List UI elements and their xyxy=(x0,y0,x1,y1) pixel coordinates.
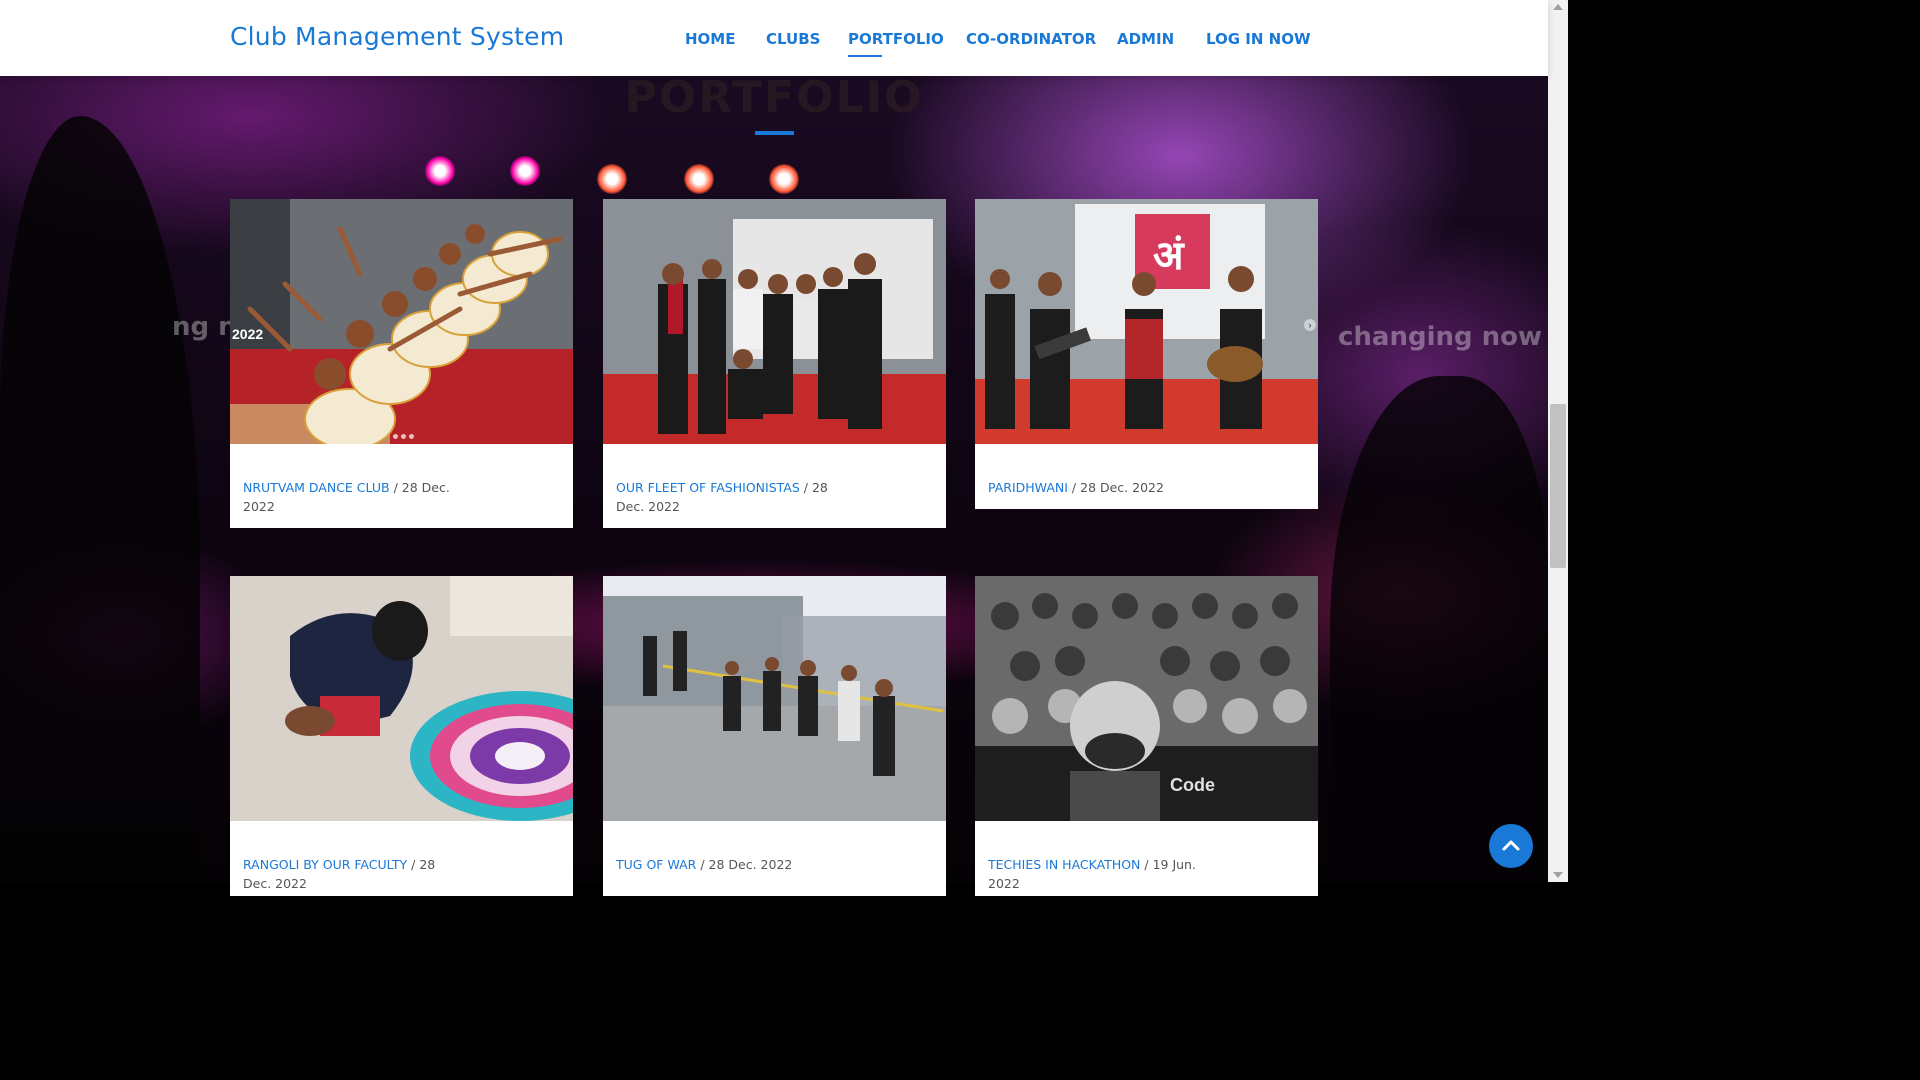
portfolio-date: / 28 Dec. 2022 xyxy=(1067,480,1164,495)
back-to-top-button[interactable] xyxy=(1489,824,1533,868)
scroll-up-arrow-icon[interactable] xyxy=(1553,4,1563,10)
portfolio-card[interactable]: 2022 NRUTVAM DANCE CLUB / 28 Dec. 2022 xyxy=(230,199,573,528)
svg-text:Code: Code xyxy=(1170,775,1215,795)
portfolio-title-link[interactable]: TUG OF WAR xyxy=(616,857,696,872)
portfolio-image-hackathon[interactable]: Code xyxy=(975,576,1318,821)
scrollbar-thumb[interactable] xyxy=(1550,404,1566,568)
portfolio-meta: OUR FLEET OF FASHIONISTAS / 28 Dec. 2022 xyxy=(616,478,846,516)
portfolio-image-tug-of-war[interactable] xyxy=(603,576,946,821)
active-nav-indicator xyxy=(848,55,882,57)
nav-coordinator[interactable]: CO-ORDINATOR xyxy=(966,30,1096,48)
portfolio-image-fashion[interactable] xyxy=(603,199,946,444)
portfolio-date: / 28 xyxy=(407,857,436,872)
background-banner-text: changing now xyxy=(1338,322,1543,352)
portfolio-image-dance[interactable]: 2022 xyxy=(230,199,573,444)
svg-text:2022: 2022 xyxy=(232,326,263,342)
portfolio-card[interactable]: अं › PARIDHWANI / 28 Dec. 2022 xyxy=(975,199,1318,509)
nav-home[interactable]: HOME xyxy=(685,30,735,48)
nav-login[interactable]: LOG IN NOW xyxy=(1206,30,1311,48)
portfolio-card[interactable]: TUG OF WAR / 28 Dec. 2022 xyxy=(603,576,946,896)
carousel-next-icon[interactable]: › xyxy=(1304,319,1316,331)
portfolio-title-link[interactable]: OUR FLEET OF FASHIONISTAS xyxy=(616,480,800,495)
portfolio-title-link[interactable]: PARIDHWANI xyxy=(988,480,1068,495)
portfolio-date: / 28 Dec. xyxy=(389,480,450,495)
nav-admin[interactable]: ADMIN xyxy=(1117,30,1174,48)
stage-light xyxy=(597,164,627,194)
navbar: Club Management System HOME CLUBS PORTFO… xyxy=(0,0,1548,76)
portfolio-meta: NRUTVAM DANCE CLUB / 28 Dec. 2022 xyxy=(243,478,473,516)
stage-light xyxy=(769,164,799,194)
chevron-up-icon xyxy=(1502,840,1520,851)
crowd-silhouette xyxy=(1330,376,1548,882)
portfolio-meta: RANGOLI BY OUR FACULTY / 28 Dec. 2022 xyxy=(243,855,473,893)
portfolio-image-rangoli[interactable] xyxy=(230,576,573,821)
portfolio-title-link[interactable]: RANGOLI BY OUR FACULTY xyxy=(243,857,407,872)
section-title-underline xyxy=(755,131,794,135)
nav-portfolio[interactable]: PORTFOLIO xyxy=(848,30,944,48)
crowd-silhouette xyxy=(0,116,200,882)
stage-light xyxy=(425,156,455,186)
scroll-down-arrow-icon[interactable] xyxy=(1553,872,1563,878)
portfolio-meta: PARIDHWANI / 28 Dec. 2022 xyxy=(988,478,1288,497)
portfolio-date-year: Dec. 2022 xyxy=(616,499,680,514)
portfolio-date-year: Dec. 2022 xyxy=(243,876,307,891)
carousel-indicators[interactable] xyxy=(393,426,417,444)
portfolio-date: / 19 Jun. xyxy=(1140,857,1196,872)
portfolio-date: / 28 xyxy=(799,480,828,495)
brand-logo-text[interactable]: Club Management System xyxy=(230,22,564,51)
stage-light xyxy=(684,164,714,194)
portfolio-meta: TUG OF WAR / 28 Dec. 2022 xyxy=(616,855,916,874)
section-title: PORTFOLIO xyxy=(624,72,924,123)
background-banner-text: ng n xyxy=(172,312,237,342)
portfolio-card[interactable]: Code TECHIES IN HACKATHON / 19 Jun. 2022 xyxy=(975,576,1318,896)
portfolio-card[interactable]: RANGOLI BY OUR FACULTY / 28 Dec. 2022 xyxy=(230,576,573,896)
portfolio-title-link[interactable]: NRUTVAM DANCE CLUB xyxy=(243,480,390,495)
portfolio-date: / 28 Dec. 2022 xyxy=(696,857,793,872)
portfolio-date-year: 2022 xyxy=(243,499,275,514)
svg-text:अं: अं xyxy=(1153,233,1185,279)
portfolio-meta: TECHIES IN HACKATHON / 19 Jun. 2022 xyxy=(988,855,1218,893)
portfolio-title-link[interactable]: TECHIES IN HACKATHON xyxy=(988,857,1140,872)
portfolio-date-year: 2022 xyxy=(988,876,1020,891)
stage-light xyxy=(510,156,540,186)
portfolio-card[interactable]: OUR FLEET OF FASHIONISTAS / 28 Dec. 2022 xyxy=(603,199,946,528)
nav-clubs[interactable]: CLUBS xyxy=(766,30,820,48)
portfolio-image-music[interactable]: अं › xyxy=(975,199,1318,444)
